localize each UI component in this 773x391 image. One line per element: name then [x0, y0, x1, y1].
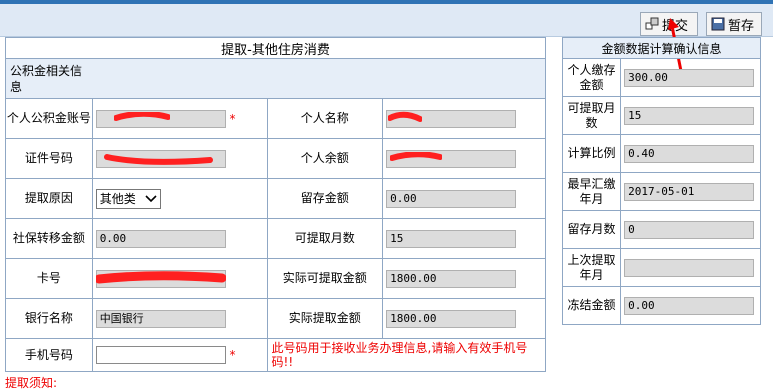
- phone-warning: 此号码用于接收业务办理信息,请输入有效手机号码!!: [266, 338, 547, 372]
- earliest-month-label: 最早汇缴年月: [561, 172, 622, 211]
- redaction-mark: [103, 153, 213, 165]
- retained-months-label: 留存月数: [561, 210, 622, 249]
- required-mark: *: [229, 111, 236, 126]
- phone-label: 手机号码: [5, 338, 93, 372]
- personal-balance-label: 个人余额: [266, 138, 384, 179]
- required-mark: *: [229, 348, 236, 362]
- section-title: 公积金相关信息: [5, 58, 546, 99]
- form-title: 提取-其他住房消费: [5, 37, 546, 59]
- redaction-mark: [113, 111, 170, 121]
- redaction-mark: [95, 270, 226, 283]
- frozen-amount-label: 冻结金额: [561, 286, 622, 325]
- person-name-field[interactable]: [386, 109, 517, 128]
- account-number-field[interactable]: [95, 109, 226, 128]
- personal-balance-field[interactable]: [386, 149, 517, 168]
- last-withdrawal-field[interactable]: [624, 258, 755, 277]
- withdrawable-months-label: 可提取月数: [266, 218, 384, 259]
- social-transfer-field[interactable]: 0.00: [95, 229, 226, 248]
- save-draft-label: 暂存: [728, 18, 755, 34]
- bank-name-field[interactable]: 中国银行: [95, 309, 226, 328]
- toolbar: 提交 暂存: [0, 4, 773, 77]
- floppy-disk-icon: [711, 17, 725, 31]
- actual-withdrawable-field[interactable]: 1800.00: [386, 269, 517, 288]
- id-number-label: 证件号码: [5, 138, 93, 179]
- card-number-label: 卡号: [5, 258, 93, 299]
- deposit-amount-label: 个人缴存金额: [561, 58, 622, 97]
- chevron-down-icon: [145, 194, 157, 202]
- retained-amount-field[interactable]: 0.00: [386, 189, 517, 208]
- frozen-amount-field[interactable]: 0.00: [624, 296, 755, 315]
- save-draft-button[interactable]: 暂存: [706, 12, 762, 36]
- withdrawal-reason-select[interactable]: 其他类: [95, 188, 161, 209]
- withdrawal-notice: 提取须知:: [5, 376, 58, 390]
- social-transfer-label: 社保转移金额: [5, 218, 93, 259]
- ratio-field[interactable]: 0.40: [624, 144, 755, 163]
- submit-icon: [645, 17, 659, 30]
- earliest-month-field[interactable]: 2017-05-01: [624, 182, 755, 201]
- person-name-label: 个人名称: [266, 98, 384, 139]
- withdrawal-form: 提取-其他住房消费 公积金相关信息 个人公积金账号 * 个人名称 证件号码 个人…: [5, 37, 547, 372]
- phone-input[interactable]: [95, 346, 226, 364]
- withdrawal-reason-label: 提取原因: [5, 178, 93, 219]
- card-number-field[interactable]: [95, 269, 226, 288]
- redaction-mark: [388, 111, 423, 122]
- actual-withdrawal-label: 实际提取金额: [266, 298, 384, 339]
- deposit-amount-field[interactable]: 300.00: [624, 68, 755, 87]
- actual-withdrawal-field[interactable]: 1800.00: [386, 309, 517, 328]
- actual-withdrawable-label: 实际可提取金额: [266, 258, 384, 299]
- calc-months-field[interactable]: 15: [624, 106, 755, 125]
- bank-name-label: 银行名称: [5, 298, 93, 339]
- calc-months-label: 可提取月数: [561, 96, 622, 135]
- redaction-mark: [390, 151, 443, 161]
- retained-amount-label: 留存金额: [266, 178, 384, 219]
- account-number-label: 个人公积金账号: [5, 98, 93, 139]
- calc-panel-title: 金额数据计算确认信息: [562, 37, 761, 59]
- ratio-label: 计算比例: [561, 134, 622, 173]
- last-withdrawal-label: 上次提取年月: [561, 248, 622, 287]
- retained-months-field[interactable]: 0: [624, 220, 755, 239]
- id-number-field[interactable]: [95, 149, 226, 168]
- calc-confirm-panel: 金额数据计算确认信息 个人缴存金额 300.00 可提取月数 15 计算比例 0…: [561, 37, 761, 325]
- withdrawable-months-field[interactable]: 15: [386, 229, 517, 248]
